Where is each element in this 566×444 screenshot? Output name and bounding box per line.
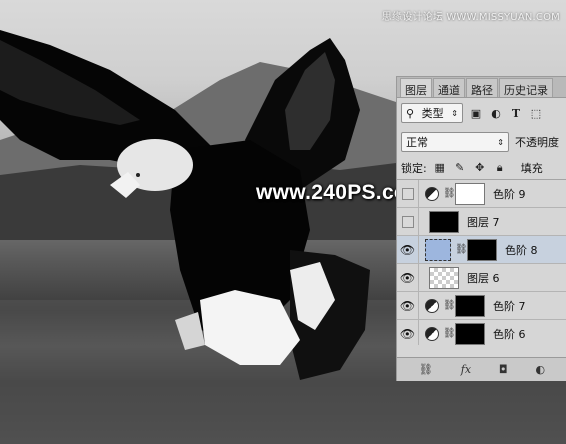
layer-levels-8[interactable]: 👁︎ ⛓ 色阶 8 xyxy=(397,235,566,264)
layer-thumbnail[interactable] xyxy=(429,266,459,289)
adjustment-thumbnail[interactable] xyxy=(425,238,451,261)
layer-list: ⛓ 色阶 9 图层 7 👁︎ ⛓ 色阶 8 👁︎ 图层 6 👁︎ ⛓ 色阶 7 … xyxy=(397,180,566,345)
chain-link-icon[interactable]: ⛓ xyxy=(443,300,456,311)
updown-arrow-icon: ⇕ xyxy=(497,137,504,147)
tab-channels[interactable]: 通道 xyxy=(433,78,465,97)
layer-6[interactable]: 👁︎ 图层 6 xyxy=(397,263,566,292)
lock-transparent-icon[interactable]: ▦ xyxy=(433,161,447,175)
eye-icon: 👁︎ xyxy=(399,242,416,257)
layer-name[interactable]: 图层 7 xyxy=(467,214,500,230)
layer-mask-thumbnail[interactable] xyxy=(455,294,485,317)
levels-adjustment-icon xyxy=(425,326,439,341)
levels-adjustment-icon xyxy=(425,186,439,201)
layer-mask-thumbnail[interactable] xyxy=(455,322,485,345)
fx-icon[interactable]: fx xyxy=(461,363,471,376)
visibility-toggle[interactable]: 👁︎ xyxy=(397,319,419,345)
layer-name[interactable]: 色阶 8 xyxy=(505,242,538,258)
lock-label: 锁定: xyxy=(401,161,427,175)
layer-name[interactable]: 色阶 7 xyxy=(493,298,526,314)
lock-row: 锁定: ▦ ✎ ✥ 🔒︎ 填充 xyxy=(397,156,566,180)
link-layers-icon[interactable]: ⛓ xyxy=(419,363,433,376)
layer-thumbnail[interactable] xyxy=(429,210,459,233)
chain-link-icon[interactable]: ⛓ xyxy=(443,328,456,339)
watermark-top: 思缘设计论坛 WWW.MISSYUAN.COM xyxy=(381,12,560,23)
add-mask-icon[interactable]: ◘ xyxy=(499,363,508,376)
layer-levels-7[interactable]: 👁︎ ⛓ 色阶 7 xyxy=(397,291,566,320)
eye-icon: 👁︎ xyxy=(399,326,416,341)
layer-name[interactable]: 色阶 6 xyxy=(493,326,526,342)
visibility-toggle[interactable] xyxy=(397,180,419,208)
hidden-eye-icon xyxy=(401,187,414,200)
layer-7[interactable]: 图层 7 xyxy=(397,207,566,236)
blend-mode-label: 正常 xyxy=(406,136,428,149)
levels-adjustment-icon xyxy=(425,298,439,313)
visibility-toggle[interactable]: 👁︎ xyxy=(397,235,419,264)
layer-mask-thumbnail[interactable] xyxy=(455,182,485,205)
eye-icon: 👁︎ xyxy=(399,298,416,313)
layer-levels-6[interactable]: 👁︎ ⛓ 色阶 6 xyxy=(397,319,566,345)
layers-panel: 图层 通道 路径 历史记录 ⚲ 类型 ⇕ ▣ ◐ T ⬚ 正常 ⇕ 不透明度 锁… xyxy=(396,76,566,381)
image-filter-icon[interactable]: ▣ xyxy=(469,106,483,120)
layer-name[interactable]: 色阶 9 xyxy=(493,186,526,202)
adjustment-icon[interactable]: ◐ xyxy=(535,363,545,376)
updown-arrow-icon: ⇕ xyxy=(451,108,458,118)
panel-bottom-bar: ⛓ fx ◘ ◐ xyxy=(397,357,566,381)
filter-kind-label: 类型 xyxy=(421,107,444,120)
lock-move-icon[interactable]: ✥ xyxy=(473,161,487,175)
lock-all-icon[interactable]: 🔒︎ xyxy=(493,161,507,175)
fill-label: 填充 xyxy=(520,161,543,175)
layer-name[interactable]: 图层 6 xyxy=(467,270,500,286)
panel-tabs: 图层 通道 路径 历史记录 xyxy=(397,77,566,98)
filter-row: ⚲ 类型 ⇕ ▣ ◐ T ⬚ xyxy=(397,98,566,128)
tab-paths[interactable]: 路径 xyxy=(466,78,498,97)
chain-link-icon[interactable]: ⛓ xyxy=(443,188,456,199)
lock-paint-icon[interactable]: ✎ xyxy=(453,161,467,175)
tab-history[interactable]: 历史记录 xyxy=(499,78,553,97)
shape-filter-icon[interactable]: ⬚ xyxy=(529,106,543,120)
chain-link-icon[interactable]: ⛓ xyxy=(455,244,468,255)
type-filter-icon[interactable]: T xyxy=(509,106,523,120)
opacity-label: 不透明度 xyxy=(515,136,559,149)
eye-icon: 👁︎ xyxy=(399,270,416,285)
filter-kind-select[interactable]: ⚲ 类型 ⇕ xyxy=(401,103,463,123)
visibility-toggle[interactable]: 👁︎ xyxy=(397,263,419,292)
visibility-toggle[interactable]: 👁︎ xyxy=(397,291,419,320)
layer-levels-9[interactable]: ⛓ 色阶 9 xyxy=(397,180,566,208)
blend-row: 正常 ⇕ 不透明度 xyxy=(397,128,566,156)
layer-mask-thumbnail[interactable] xyxy=(467,238,497,261)
hidden-eye-icon xyxy=(401,215,414,228)
blend-mode-select[interactable]: 正常 ⇕ xyxy=(401,132,509,152)
visibility-toggle[interactable] xyxy=(397,207,419,236)
tab-layers[interactable]: 图层 xyxy=(400,78,432,97)
adjustment-filter-icon[interactable]: ◐ xyxy=(489,106,503,120)
search-icon: ⚲ xyxy=(406,106,415,120)
